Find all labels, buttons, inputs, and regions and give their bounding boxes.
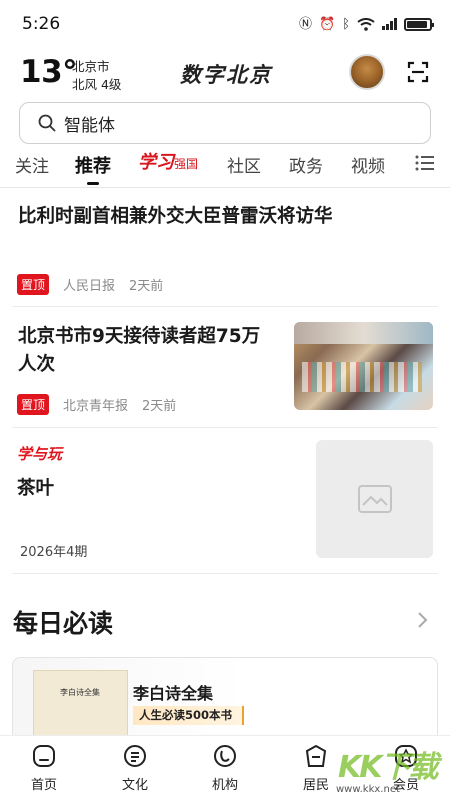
news-time: 2天前 [129, 279, 164, 294]
signal-icon [382, 18, 397, 30]
nav-label: 文化 [121, 778, 148, 793]
resident-icon [305, 744, 327, 767]
tab-video[interactable]: 视频 [351, 152, 385, 177]
news-thumbnail[interactable] [294, 322, 433, 410]
app-header: 13° 北京市 北风 4级 数字北京 [0, 50, 450, 96]
weather-wind: 北风 4级 [72, 77, 122, 92]
bottom-nav: 首页 文化 机构 居民 会员 [0, 735, 450, 800]
news-source: 人民日报 [63, 279, 116, 294]
nfc-icon: Ⓝ [298, 16, 312, 32]
battery-icon [404, 17, 434, 31]
pinned-badge: 置顶 [17, 274, 50, 295]
culture-icon [124, 745, 146, 767]
nav-label: 机构 [211, 778, 238, 793]
nav-resident[interactable]: 居民 [284, 736, 348, 800]
search-bar[interactable]: 智能体 [19, 102, 431, 144]
search-icon [38, 114, 56, 132]
scan-icon[interactable] [406, 60, 430, 84]
news-meta: 置顶 人民日报 2天前 [17, 274, 163, 295]
tab-community[interactable]: 社区 [227, 152, 261, 177]
tab-government[interactable]: 政务 [289, 152, 323, 177]
news-title-line-2[interactable]: 人次 [18, 350, 55, 380]
chevron-right-icon[interactable] [416, 611, 428, 629]
channel-tabs: 关注 推荐 学习强国 社区 政务 视频 [0, 148, 450, 188]
search-input[interactable]: 智能体 [64, 111, 115, 136]
status-time: 5:26 [22, 14, 61, 34]
alarm-icon: ⏰ [319, 16, 336, 32]
app-logo: 数字北京 [180, 62, 272, 87]
status-icons: Ⓝ ⏰ ᛒ [298, 16, 434, 32]
news-item[interactable]: 比利时副首相兼外交大臣普雷沃将访华 置顶 人民日报 2天前 [12, 188, 438, 307]
feature-thumbnail[interactable] [316, 440, 433, 558]
card-title: 李白诗全集 [133, 684, 214, 703]
book-cover-title: 李白诗全集 [60, 688, 100, 697]
channel-menu-icon[interactable] [415, 154, 435, 172]
tab-follow[interactable]: 关注 [15, 152, 49, 177]
nav-culture[interactable]: 文化 [103, 736, 167, 800]
news-time: 2天前 [142, 399, 177, 414]
feature-title[interactable]: 茶叶 [17, 474, 54, 500]
card-tag: 人生必读500本书 [133, 706, 245, 725]
nav-member[interactable]: 会员 [374, 736, 438, 800]
feature-issue: 2026年4期 [20, 545, 88, 560]
news-meta: 置顶 北京青年报 2天前 [17, 394, 176, 415]
nav-institution[interactable]: 机构 [193, 736, 257, 800]
active-tab-indicator [87, 182, 99, 185]
section-title: 每日必读 [13, 609, 114, 638]
pinned-badge: 置顶 [17, 394, 50, 415]
news-title-line-1[interactable]: 北京书市9天接待读者超75万 [18, 322, 260, 352]
nav-label: 居民 [302, 778, 329, 793]
member-icon [395, 745, 417, 767]
wifi-icon [357, 17, 375, 31]
feature-tag: 学与玩 [17, 445, 63, 463]
image-placeholder-icon [357, 485, 392, 513]
news-source: 北京青年报 [63, 399, 129, 414]
weather-temperature[interactable]: 13° [20, 54, 78, 90]
news-title[interactable]: 比利时副首相兼外交大臣普雷沃将访华 [18, 202, 333, 232]
xuexi-logo: 学习强国 [138, 152, 199, 173]
daily-read-card[interactable]: 李白诗全集 李白诗全集 人生必读500本书 [12, 657, 438, 747]
bluetooth-icon: ᛒ [342, 16, 350, 32]
nav-label: 首页 [30, 778, 57, 793]
avatar[interactable] [349, 54, 385, 90]
institution-icon [214, 745, 236, 767]
nav-home[interactable]: 首页 [12, 736, 76, 800]
book-cover: 李白诗全集 [33, 670, 128, 740]
tab-recommend[interactable]: 推荐 [75, 152, 111, 178]
nav-label: 会员 [392, 778, 419, 793]
weather-city[interactable]: 北京市 [72, 56, 110, 75]
home-icon [33, 745, 55, 767]
status-bar: 5:26 Ⓝ ⏰ ᛒ [0, 0, 450, 48]
